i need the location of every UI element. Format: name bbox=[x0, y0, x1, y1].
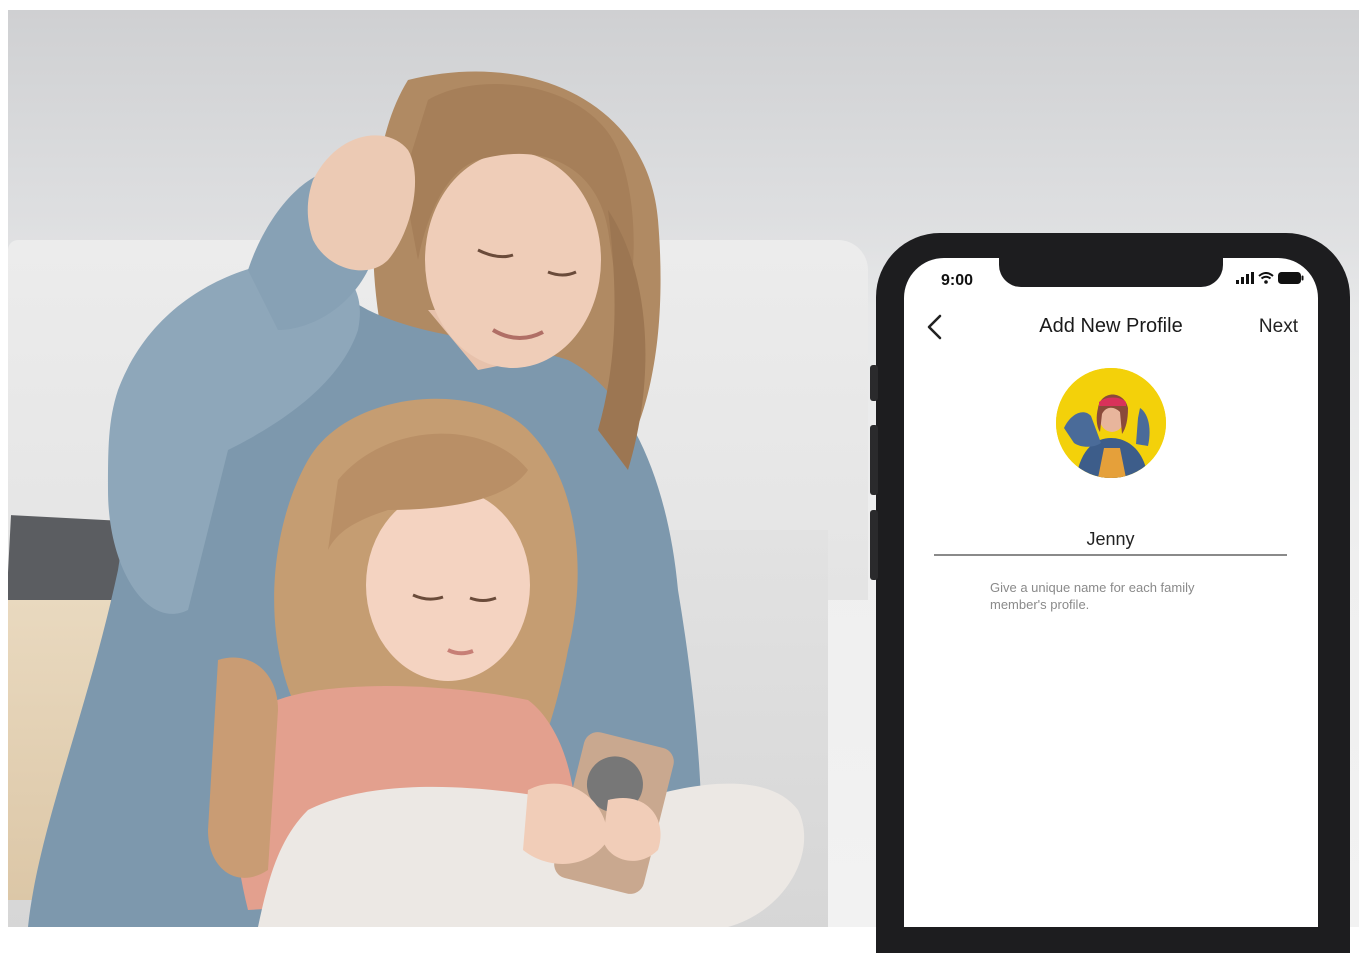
next-button[interactable]: Next bbox=[1259, 316, 1298, 338]
mother-and-daughter-illustration bbox=[28, 71, 805, 927]
page-title: Add New Profile bbox=[1039, 315, 1183, 337]
phone-volume-down bbox=[870, 510, 878, 580]
phone-volume-up bbox=[870, 425, 878, 495]
wifi-icon bbox=[1258, 272, 1274, 284]
status-time: 9:00 bbox=[941, 272, 974, 289]
battery-icon bbox=[1278, 272, 1304, 284]
status-icons bbox=[1236, 270, 1304, 286]
name-hint: Give a unique name for each family membe… bbox=[990, 580, 1195, 612]
avatar-illustration bbox=[1056, 368, 1166, 478]
cellular-signal-icon bbox=[1236, 272, 1254, 284]
profile-avatar[interactable] bbox=[1056, 368, 1166, 478]
phone-mute-switch bbox=[870, 365, 878, 401]
phone-notch bbox=[999, 258, 1223, 287]
phone-screen: 9:00 Add New Profile Next Jenny Give a u… bbox=[904, 258, 1318, 927]
profile-name-input[interactable] bbox=[934, 524, 1287, 556]
